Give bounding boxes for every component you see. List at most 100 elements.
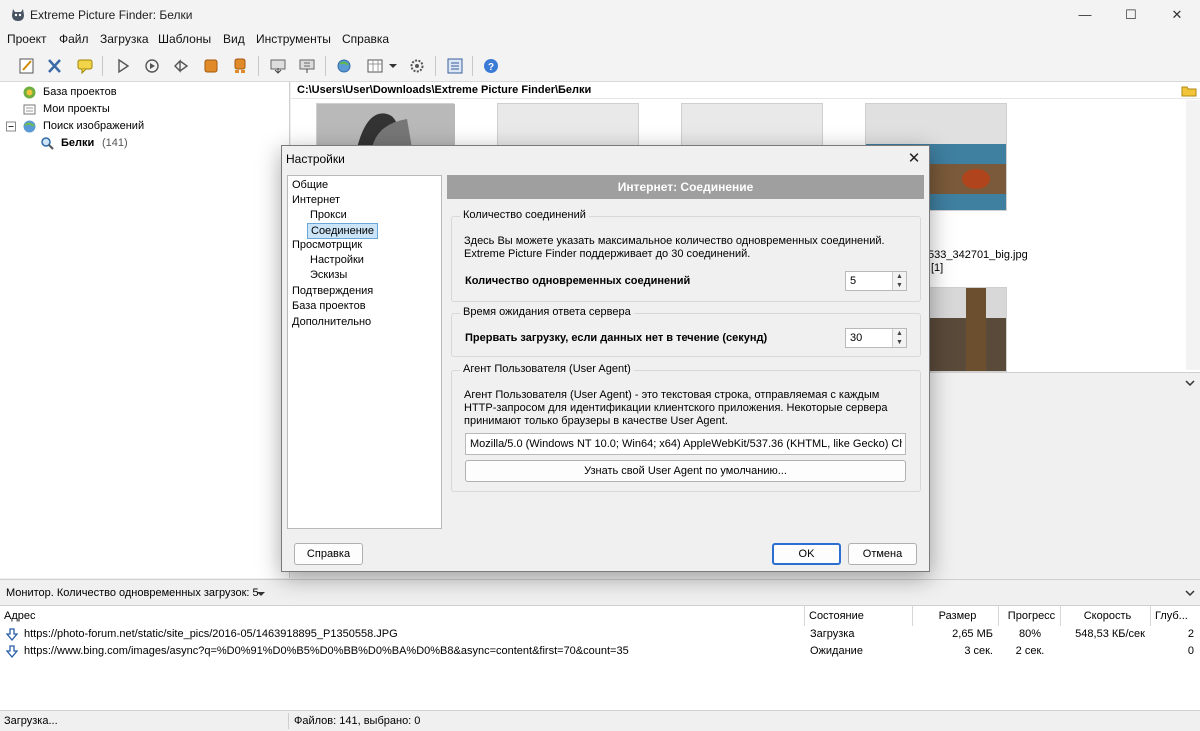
connections-group: Количество соединений Здесь Вы можете ук…: [451, 209, 921, 302]
connections-stepper[interactable]: 5 ▲ ▼: [845, 271, 907, 291]
table-row[interactable]: https://photo-forum.net/static/site_pics…: [0, 626, 1200, 643]
menu-help[interactable]: Справка: [342, 32, 389, 46]
table-row[interactable]: https://www.bing.com/images/async?q=%D0%…: [0, 643, 1200, 660]
cancel-button[interactable]: Отмена: [848, 543, 917, 565]
menu-tools[interactable]: Инструменты: [256, 32, 331, 46]
menu-file[interactable]: Файл: [59, 32, 89, 46]
tree-item-my-projects[interactable]: Мои проекты: [10, 102, 280, 118]
collapse-icon[interactable]: [6, 119, 16, 134]
log-icon[interactable]: [444, 56, 466, 76]
monitor-label: Монитор. Количество одновременных загруз…: [6, 587, 259, 599]
settings-icon[interactable]: [406, 56, 428, 76]
menu-download[interactable]: Загрузка: [100, 32, 149, 46]
monitor-header: Монитор. Количество одновременных загруз…: [0, 579, 1200, 605]
stepper-up-icon[interactable]: ▲: [892, 329, 906, 338]
thumbnail[interactable]: [681, 103, 823, 147]
tree-item-label: Мои проекты: [43, 103, 110, 115]
tree-item-projects-db[interactable]: База проектов: [10, 85, 280, 101]
stop-all-icon[interactable]: [229, 56, 251, 76]
row-progress: 2 сек.: [1015, 645, 1045, 657]
nav-proxy[interactable]: Прокси: [310, 209, 347, 221]
nav-internet[interactable]: Интернет: [292, 194, 340, 206]
chevron-down-icon[interactable]: [386, 56, 400, 76]
row-depth: 0: [1187, 645, 1194, 657]
edit-icon[interactable]: [16, 56, 38, 76]
open-folder-icon[interactable]: [1181, 84, 1197, 97]
dialog-title-bar: Настройки ✕: [282, 146, 929, 171]
column-header-state[interactable]: Состояние: [805, 606, 913, 626]
downloads-table: Адрес Состояние Размер Прогресс Скорость…: [0, 605, 1200, 710]
nav-projects-db[interactable]: База проектов: [292, 300, 366, 312]
menu-project[interactable]: Проект: [7, 32, 47, 46]
window-title: Extreme Picture Finder: Белки: [30, 8, 193, 22]
chevron-down-icon[interactable]: [1184, 378, 1196, 388]
thumbnail-badge: [1]: [931, 262, 944, 274]
download-arrow-icon: [6, 645, 18, 658]
row-state: Ожидание: [810, 645, 863, 657]
row-state: Загрузка: [810, 628, 855, 640]
help-button[interactable]: Справка: [294, 543, 363, 565]
column-header-speed[interactable]: Скорость: [1061, 606, 1151, 626]
database-icon: [23, 86, 36, 99]
download-icon[interactable]: [267, 56, 289, 76]
column-header-address[interactable]: Адрес: [0, 606, 805, 626]
dialog-title: Настройки: [286, 152, 345, 166]
resume-icon[interactable]: [170, 56, 192, 76]
nav-viewer[interactable]: Просмотрщик: [292, 239, 362, 251]
user-agent-description: Агент Пользователя (User Agent) - это те…: [464, 389, 888, 427]
tree-item-image-search[interactable]: Поиск изображений: [6, 119, 276, 135]
tree-item-count: (141): [102, 137, 128, 149]
timeout-label: Прервать загрузку, если данных нет в теч…: [465, 332, 768, 344]
tree-item-label: Белки: [61, 137, 95, 149]
column-header-depth[interactable]: Глуб...: [1151, 606, 1200, 626]
timeout-group: Время ожидания ответа сервера Прервать з…: [451, 306, 921, 357]
thumbnail[interactable]: [316, 103, 455, 148]
dialog-close-icon[interactable]: ✕: [902, 148, 926, 170]
menu-view[interactable]: Вид: [223, 32, 245, 46]
nav-general[interactable]: Общие: [292, 179, 328, 191]
close-button[interactable]: ✕: [1154, 0, 1200, 30]
help-icon[interactable]: ?: [480, 56, 502, 76]
maximize-button[interactable]: ☐: [1108, 0, 1154, 30]
thumbnail-scrollbar[interactable]: [1186, 100, 1200, 370]
connections-description: Здесь Вы можете указать максимальное кол…: [464, 235, 885, 260]
stepper-up-icon[interactable]: ▲: [892, 272, 906, 281]
column-header-progress[interactable]: Прогресс: [999, 606, 1061, 626]
section-header: Интернет: Соединение: [447, 175, 924, 199]
group-title: Время ожидания ответа сервера: [460, 306, 634, 318]
timeout-stepper[interactable]: 30 ▲ ▼: [845, 328, 907, 348]
row-progress: 80%: [1018, 628, 1042, 640]
folder-icon: [23, 104, 36, 115]
chevron-down-icon[interactable]: [1184, 588, 1196, 598]
stepper-down-icon[interactable]: ▼: [892, 338, 906, 347]
app-logo-icon: [12, 9, 24, 21]
nav-viewer-settings[interactable]: Настройки: [310, 254, 364, 266]
status-text: Загрузка...: [4, 715, 58, 727]
nav-thumbnails[interactable]: Эскизы: [310, 269, 347, 281]
download-all-icon[interactable]: [296, 56, 318, 76]
default-user-agent-button[interactable]: Узнать свой User Agent по умолчанию...: [465, 460, 906, 482]
folder-path: C:\Users\User\Downloads\Extreme Picture …: [297, 84, 592, 96]
web-search-icon[interactable]: [333, 56, 355, 76]
thumbnail[interactable]: [497, 103, 639, 147]
download-arrow-icon: [6, 628, 18, 641]
stop-icon[interactable]: [200, 56, 222, 76]
user-agent-input[interactable]: Mozilla/5.0 (Windows NT 10.0; Win64; x64…: [465, 433, 906, 455]
stepper-down-icon[interactable]: ▼: [892, 281, 906, 290]
group-title: Агент Пользователя (User Agent): [460, 363, 634, 375]
tree-item-squirrels[interactable]: Белки (141): [40, 136, 280, 152]
view-grid-icon[interactable]: [364, 56, 386, 76]
settings-dialog: Настройки ✕ Общие Интернет Прокси Соедин…: [281, 145, 930, 572]
menu-templates[interactable]: Шаблоны: [158, 32, 211, 46]
dropdown-arrow-icon[interactable]: [256, 590, 266, 598]
refresh-icon[interactable]: [141, 56, 163, 76]
nav-confirmations[interactable]: Подтверждения: [292, 285, 373, 297]
ok-button[interactable]: OK: [772, 543, 841, 565]
nav-advanced[interactable]: Дополнительно: [292, 316, 371, 328]
comment-icon[interactable]: [74, 56, 96, 76]
play-icon[interactable]: [112, 56, 134, 76]
column-header-size[interactable]: Размер: [913, 606, 999, 626]
minimize-button[interactable]: —: [1062, 0, 1108, 30]
nav-connection[interactable]: Соединение: [307, 223, 379, 239]
tools-icon[interactable]: [44, 56, 66, 76]
